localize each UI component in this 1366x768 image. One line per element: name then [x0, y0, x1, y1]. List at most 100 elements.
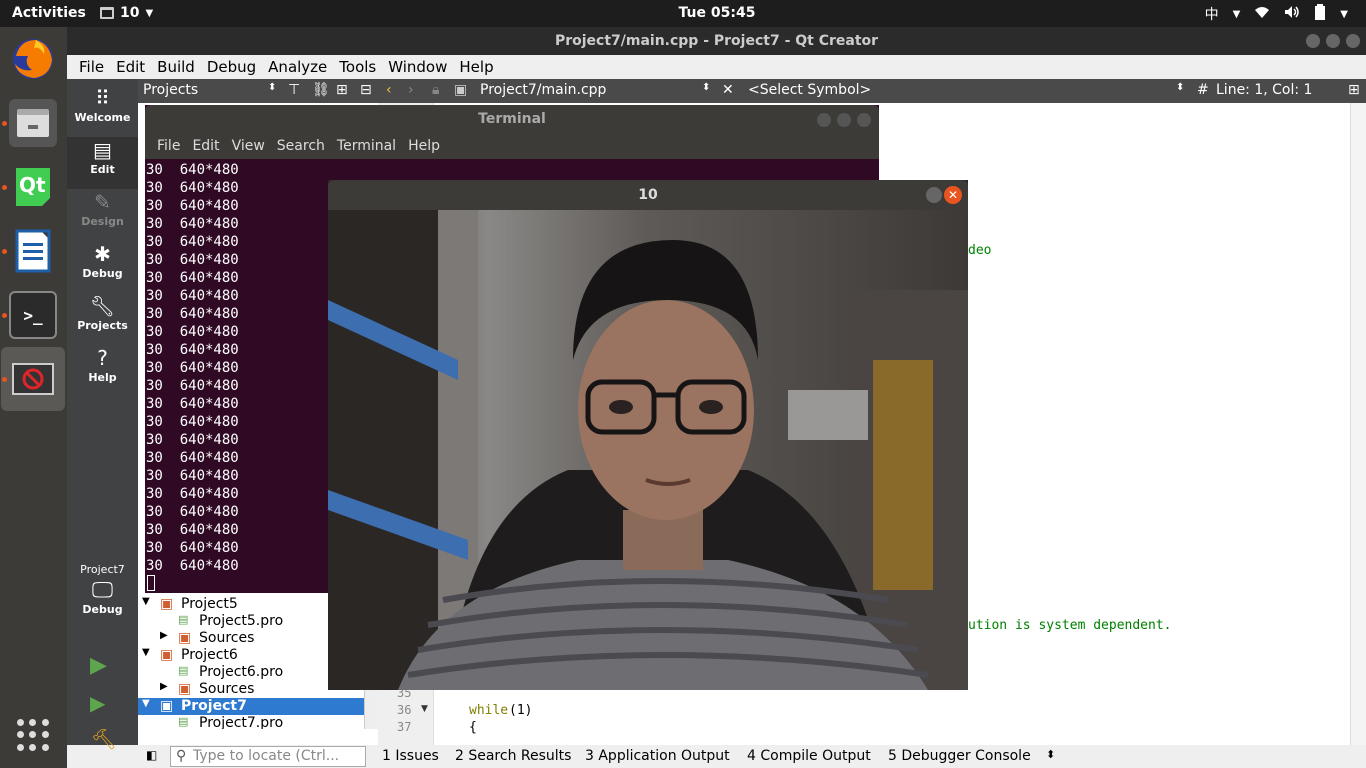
- locator-placeholder: Type to locate (Ctrl...: [193, 748, 340, 764]
- code-text: (1): [509, 703, 533, 718]
- qt-title-bar[interactable]: Project7/main.cpp - Project7 - Qt Creato…: [67, 27, 1366, 55]
- qt-window-title: Project7/main.cpp - Project7 - Qt Creato…: [554, 33, 879, 49]
- tree-item-project7[interactable]: ▼ ▣ Project7: [138, 698, 364, 715]
- maximize-icon[interactable]: [1326, 34, 1340, 48]
- filter-icon[interactable]: ⊤: [288, 82, 300, 98]
- build-hammer-icon[interactable]: 🔨︎: [91, 727, 116, 751]
- document-icon: ▤: [93, 138, 112, 162]
- cursor-position[interactable]: Line: 1, Col: 1: [1216, 82, 1312, 98]
- terminal-line: 30 640*480: [146, 450, 239, 466]
- toggle-sidebar-icon[interactable]: ◧: [146, 748, 157, 762]
- running-indicator: [2, 185, 7, 190]
- tab-issues[interactable]: 1 Issues: [382, 748, 439, 764]
- mode-help[interactable]: ? Help: [67, 345, 138, 397]
- minimize-icon[interactable]: [1306, 34, 1320, 48]
- menu-edit[interactable]: Edit: [110, 55, 151, 79]
- mode-welcome[interactable]: ⠿ Welcome: [67, 85, 138, 137]
- terminal-line: 30 640*480: [146, 504, 239, 520]
- terminal-line: 30 640*480: [146, 558, 239, 574]
- terminal-line: 30 640*480: [146, 486, 239, 502]
- menu-debug[interactable]: Debug: [201, 55, 262, 79]
- open-document-combo[interactable]: Project7/main.cpp: [480, 82, 606, 98]
- clock[interactable]: Tue 05:45: [0, 5, 1366, 21]
- close-icon[interactable]: [1346, 34, 1360, 48]
- chevron-down-icon: ▼: [1232, 8, 1241, 20]
- menu-build[interactable]: Build: [151, 55, 201, 79]
- tab-search-results[interactable]: 2 Search Results: [455, 748, 571, 764]
- editor-toolbar: Projects ⬍ ⊤ ⛓︎ ⊞ ⊟ ‹ › 🔒︎ ▣ Project7/ma…: [138, 79, 1366, 103]
- tab-debugger-console[interactable]: 5 Debugger Console: [888, 748, 1031, 764]
- close-document-icon[interactable]: ✕: [722, 82, 734, 98]
- terminal-title-bar[interactable]: Terminal: [145, 105, 879, 134]
- camera-window-title: 10: [638, 187, 658, 203]
- maximize-icon[interactable]: [837, 113, 851, 127]
- firefox-icon[interactable]: [9, 35, 57, 83]
- project-folder-icon: ▣: [160, 596, 174, 612]
- tab-compile-output[interactable]: 4 Compile Output: [747, 748, 871, 764]
- kit-project-label: Project7: [80, 563, 125, 576]
- camera-app-icon[interactable]: [1, 347, 65, 411]
- desktop: Activities 10 ▼ Tue 05:45 中 ▼ ▼ Qt >_ Pr…: [0, 0, 1366, 768]
- monitor-icon: 🖵︎: [91, 578, 114, 603]
- pencil-icon: ✎: [94, 190, 111, 214]
- terminal-menu-view[interactable]: View: [226, 134, 271, 159]
- terminal-line: 30 640*480: [146, 306, 239, 322]
- show-applications-icon[interactable]: [17, 719, 49, 751]
- terminal-menu-terminal[interactable]: Terminal: [331, 134, 402, 159]
- close-icon[interactable]: ✕: [944, 186, 962, 204]
- chevron-down-icon: ▼: [142, 647, 150, 658]
- writer-icon[interactable]: [9, 227, 57, 275]
- terminal-line: 30 640*480: [146, 324, 239, 340]
- split-editor-icon[interactable]: ⊞: [1348, 82, 1360, 98]
- link-icon[interactable]: ⛓︎: [312, 82, 330, 98]
- menu-file[interactable]: File: [73, 55, 110, 79]
- combo-arrows-icon: ⬍: [268, 82, 277, 93]
- debug-run-icon[interactable]: ▶: [90, 691, 105, 715]
- camera-title-bar[interactable]: 10 ✕: [328, 180, 968, 210]
- running-indicator: [2, 249, 7, 254]
- mode-edit[interactable]: ▤ Edit: [67, 137, 138, 189]
- menu-help[interactable]: Help: [453, 55, 499, 79]
- close-icon[interactable]: [857, 113, 871, 127]
- tab-application-output[interactable]: 3 Application Output: [585, 748, 730, 764]
- files-icon[interactable]: [9, 99, 57, 147]
- terminal-output[interactable]: 30 640*480 30 640*480 30 640*480 30 640*480…: [146, 161, 328, 591]
- terminal-icon[interactable]: >_: [9, 291, 57, 339]
- mode-debug[interactable]: ✱ Debug: [67, 241, 138, 293]
- menu-window[interactable]: Window: [382, 55, 453, 79]
- qt-creator-icon[interactable]: Qt: [9, 163, 57, 211]
- kit-selector[interactable]: Project7 🖵︎ Debug: [67, 563, 138, 616]
- more-tabs-icon[interactable]: ⬍: [1046, 748, 1055, 761]
- mode-design[interactable]: ✎ Design: [67, 189, 138, 241]
- symbol-combo[interactable]: <Select Symbol>: [748, 82, 871, 98]
- terminal-menu-file[interactable]: File: [151, 134, 186, 159]
- editor-scrollbar[interactable]: [1350, 103, 1366, 745]
- close-pane-icon[interactable]: ⊟: [360, 82, 372, 98]
- tree-item-project7-pro[interactable]: ▤ Project7.pro: [138, 715, 364, 729]
- grid-icon: ⠿: [95, 86, 110, 110]
- cpp-file-icon: ▣: [454, 82, 468, 98]
- terminal-line: 30 640*480: [146, 180, 239, 196]
- system-tray[interactable]: 中 ▼ ▼: [1205, 4, 1348, 24]
- terminal-menu-search[interactable]: Search: [271, 134, 331, 159]
- running-indicator: [2, 313, 7, 318]
- minimize-icon[interactable]: [817, 113, 831, 127]
- minimize-icon[interactable]: [926, 187, 942, 203]
- terminal-line: 30 640*480: [146, 540, 239, 556]
- terminal-menu-edit[interactable]: Edit: [186, 134, 225, 159]
- search-icon: ⚲: [176, 748, 187, 764]
- forward-icon[interactable]: ›: [408, 82, 414, 98]
- projects-combo[interactable]: Projects: [143, 82, 198, 98]
- back-icon[interactable]: ‹: [386, 82, 392, 98]
- locator-input[interactable]: ⚲ Type to locate (Ctrl...: [170, 746, 366, 767]
- menu-tools[interactable]: Tools: [333, 55, 382, 79]
- terminal-menu-help[interactable]: Help: [402, 134, 446, 159]
- menu-analyze[interactable]: Analyze: [262, 55, 333, 79]
- mode-projects[interactable]: 🔧︎ Projects: [67, 293, 138, 345]
- input-method-indicator[interactable]: 中: [1205, 4, 1219, 24]
- run-icon[interactable]: ▶: [90, 653, 107, 678]
- chevron-down-icon: ▼: [142, 698, 150, 709]
- combo-arrows-icon: ⬍: [702, 82, 711, 93]
- split-icon[interactable]: ⊞: [336, 82, 348, 98]
- fold-arrow-icon[interactable]: ▼: [421, 704, 428, 714]
